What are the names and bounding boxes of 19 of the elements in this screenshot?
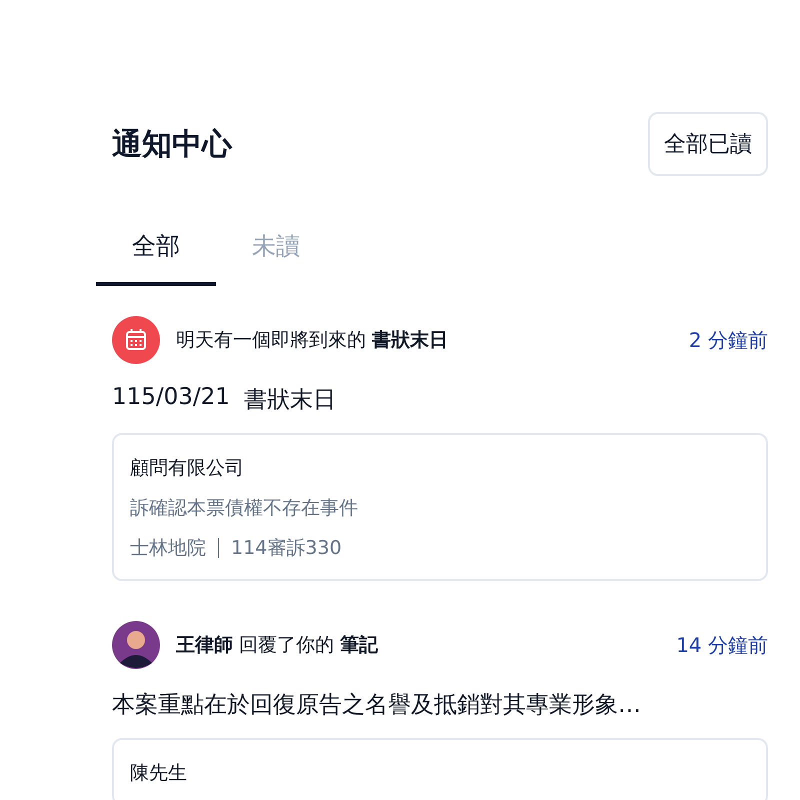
notification-summary: 明天有一個即將到來的 書狀末日	[176, 328, 450, 353]
mark-all-read-button[interactable]: 全部已讀	[648, 112, 768, 176]
case-card[interactable]: 陳先生	[112, 738, 768, 800]
notification-message: 本案重點在於回復原告之名譽及抵銷對其專業形象…	[112, 691, 641, 720]
tab[interactable]: 全部	[96, 216, 216, 286]
notification-time: 14 分鐘前	[676, 632, 768, 658]
case-card[interactable]: 顧問有限公司 訴確認本票債權不存在事件 士林地院 114審訴330	[112, 433, 768, 581]
notification-message: 書狀末日	[244, 386, 336, 415]
notification-time: 2 分鐘前	[688, 326, 768, 354]
court-name: 士林地院	[130, 536, 206, 561]
page-title: 通知中心	[112, 126, 232, 164]
case-subject: 訴確認本票債權不存在事件	[130, 496, 359, 521]
party-name: 顧問有限公司	[130, 456, 245, 481]
avatar	[112, 621, 160, 669]
case-number: 114審訴330	[231, 536, 342, 561]
notification-summary: 王律師 回覆了你的 筆記	[176, 633, 380, 658]
due-date: 115/03/21	[112, 384, 230, 412]
party-name: 陳先生	[130, 761, 188, 786]
calendar-icon	[112, 316, 160, 364]
